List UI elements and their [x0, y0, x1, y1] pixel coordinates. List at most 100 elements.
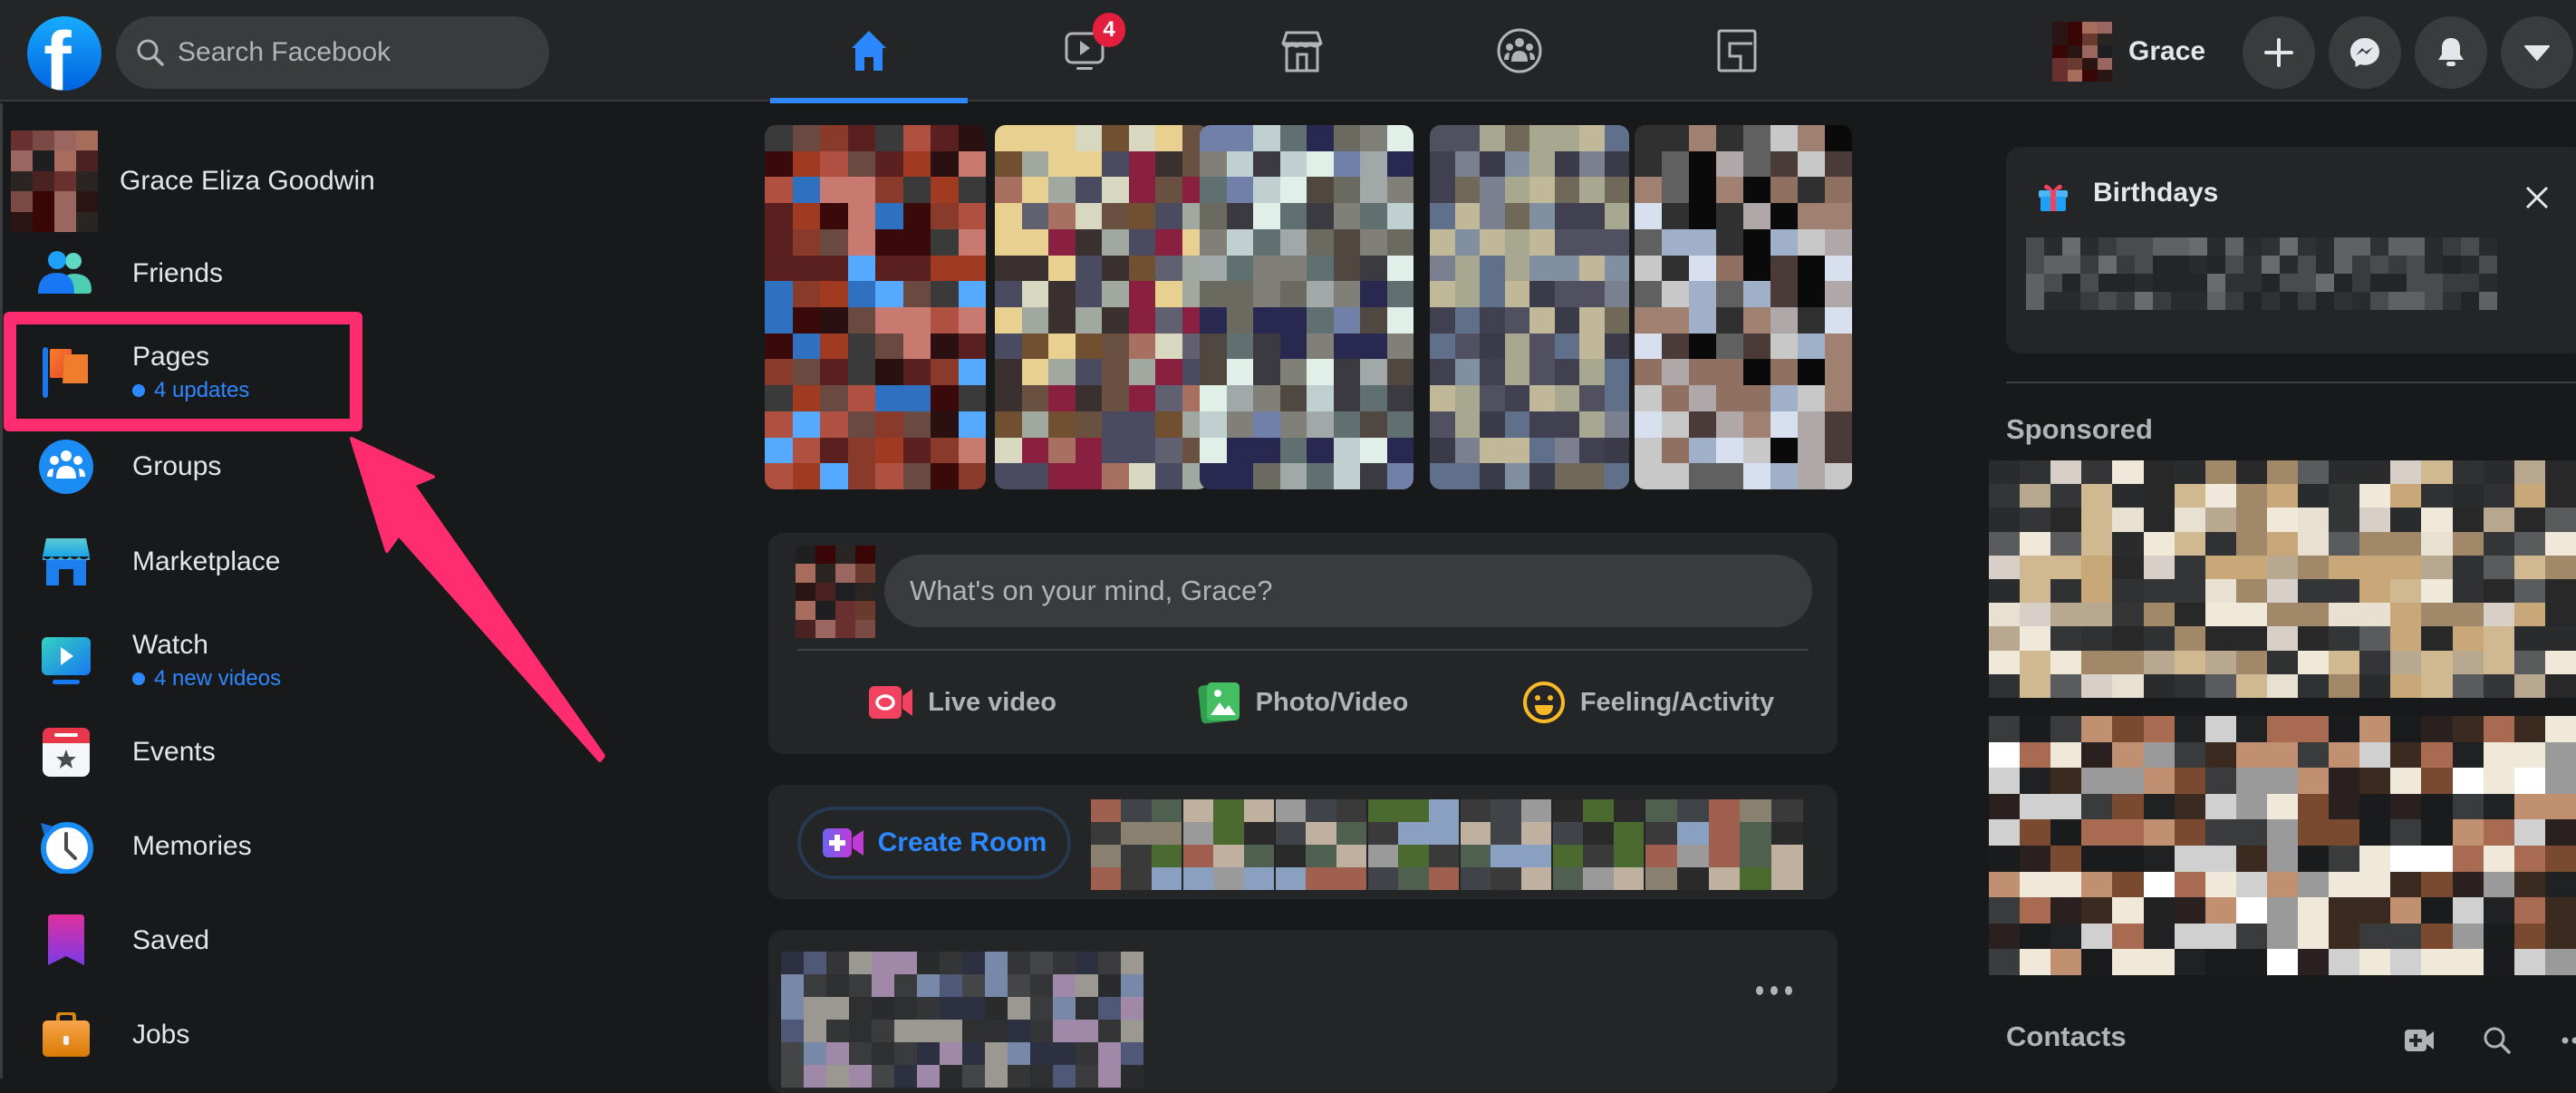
sidebar-item-friends[interactable]: Friends [18, 232, 652, 315]
composer-divider [797, 649, 1809, 651]
contact-avatar[interactable] [1091, 799, 1182, 890]
photo-video-button[interactable]: Photo/Video [1140, 669, 1466, 736]
sidebar-item-label: Grace Eliza Goodwin [120, 166, 375, 197]
home-icon [846, 28, 892, 73]
post-more-options-button[interactable] [1756, 977, 1792, 1004]
profile-name: Grace [2128, 36, 2205, 67]
contact-avatar[interactable] [1645, 799, 1803, 890]
sidebar-item-label: Saved [132, 925, 209, 956]
rooms-bar: Create Room [768, 785, 1838, 899]
story-card[interactable] [1430, 125, 1629, 489]
nav-tab-gaming[interactable] [1638, 0, 1836, 102]
story-card[interactable] [1200, 125, 1413, 489]
more-dot [1785, 986, 1792, 995]
create-room-video-icon [822, 827, 865, 858]
friends-icon [34, 242, 98, 305]
composer-input[interactable] [884, 555, 1812, 627]
messenger-icon [2349, 36, 2381, 69]
composer-avatar[interactable] [796, 546, 875, 638]
sidebar-item-label: Events [132, 737, 216, 768]
post-composer: Live video Photo/Video Feeling/Activity [768, 533, 1838, 754]
sidebar-item-jobs[interactable]: Jobs [18, 993, 652, 1077]
facebook-logo[interactable]: f [27, 16, 101, 91]
groups-icon [1496, 27, 1543, 74]
bell-icon [2436, 36, 2466, 69]
watch-new-videos-text: 4 new videos [154, 666, 281, 692]
feed-post [768, 930, 1838, 1093]
story-card[interactable] [765, 125, 986, 489]
jobs-briefcase-icon [34, 1003, 98, 1067]
stories-tray [765, 125, 1888, 489]
create-room-button[interactable]: Create Room [797, 807, 1071, 879]
sidebar-item-label: Watch [132, 630, 281, 661]
search-bar[interactable] [116, 16, 549, 89]
sidebar-item-memories[interactable]: Memories [18, 805, 652, 888]
search-contacts-button[interactable] [2470, 1020, 2524, 1060]
watch-notification-badge: 4 [1093, 13, 1125, 47]
marketplace-icon [1279, 27, 1325, 74]
contacts-title: Contacts [2006, 1020, 2127, 1053]
sidebar-item-pages[interactable]: Pages 4 updates [18, 323, 652, 422]
messenger-button[interactable] [2329, 16, 2401, 89]
unread-dot [132, 384, 145, 397]
sponsored-ad[interactable] [1989, 716, 2576, 975]
contacts-options-button[interactable] [2548, 1020, 2576, 1060]
feeling-activity-label: Feeling/Activity [1580, 688, 1774, 718]
contact-avatar[interactable] [1461, 799, 1551, 890]
facebook-logo-letter: f [43, 20, 72, 91]
story-card[interactable] [995, 125, 1209, 489]
contact-avatar[interactable] [1368, 799, 1459, 890]
profile-avatar [11, 131, 98, 232]
sidebar-item-profile[interactable]: Grace Eliza Goodwin [18, 140, 652, 223]
live-video-label: Live video [928, 688, 1056, 718]
gaming-icon [1716, 28, 1758, 73]
sponsored-title: Sponsored [2006, 413, 2153, 446]
feeling-activity-button[interactable]: Feeling/Activity [1481, 669, 1816, 736]
saved-bookmark-icon [34, 909, 98, 972]
search-icon [136, 38, 165, 67]
birthdays-title: Birthdays [2093, 178, 2218, 208]
contact-avatar[interactable] [1553, 799, 1644, 890]
create-room-label: Create Room [878, 827, 1047, 858]
notifications-button[interactable] [2415, 16, 2487, 89]
live-video-button[interactable]: Live video [799, 669, 1125, 736]
contacts-actions [2392, 1020, 2576, 1060]
right-rail-divider [2006, 382, 2576, 383]
sidebar-item-label: Jobs [132, 1020, 189, 1050]
search-input[interactable] [178, 37, 522, 68]
sidebar-item-saved[interactable]: Saved [18, 899, 652, 982]
birthdays-card: Birthdays [2006, 147, 2576, 353]
video-plus-icon [2404, 1029, 2435, 1052]
profile-chip[interactable]: Grace [2052, 22, 2205, 82]
close-icon [2524, 185, 2550, 210]
sidebar-item-label: Memories [132, 831, 252, 862]
marketplace-icon [34, 530, 98, 594]
nav-tab-groups[interactable] [1421, 0, 1618, 102]
contact-avatar[interactable] [1183, 799, 1274, 890]
nav-tab-watch[interactable]: 4 [986, 0, 1183, 102]
post-author-blurred [781, 952, 1143, 1088]
pages-updates-indicator: 4 updates [132, 378, 249, 403]
story-card[interactable] [1635, 125, 1852, 489]
more-dot [1770, 986, 1778, 995]
search-icon [2483, 1026, 2512, 1055]
contact-avatar[interactable] [1276, 799, 1366, 890]
watch-icon [34, 629, 98, 692]
nav-tab-marketplace[interactable] [1203, 0, 1401, 102]
annotation-arrow [344, 426, 616, 770]
close-birthdays-button[interactable] [2519, 179, 2555, 216]
account-menu-button[interactable] [2501, 16, 2573, 89]
groups-icon [34, 435, 98, 498]
sidebar-item-label: Marketplace [132, 546, 280, 577]
header-avatar [2052, 22, 2112, 82]
create-button[interactable] [2243, 16, 2315, 89]
sidebar-item-label: Friends [132, 258, 223, 289]
nav-tab-home[interactable] [770, 0, 968, 102]
unread-dot [132, 672, 145, 685]
plus-icon [2264, 38, 2293, 67]
top-nav-bar: f 4 Grace [0, 0, 2576, 102]
photo-video-label: Photo/Video [1256, 688, 1409, 718]
new-room-button[interactable] [2392, 1020, 2446, 1060]
sponsored-ad[interactable] [1989, 460, 2576, 698]
photo-video-icon [1198, 681, 1241, 724]
